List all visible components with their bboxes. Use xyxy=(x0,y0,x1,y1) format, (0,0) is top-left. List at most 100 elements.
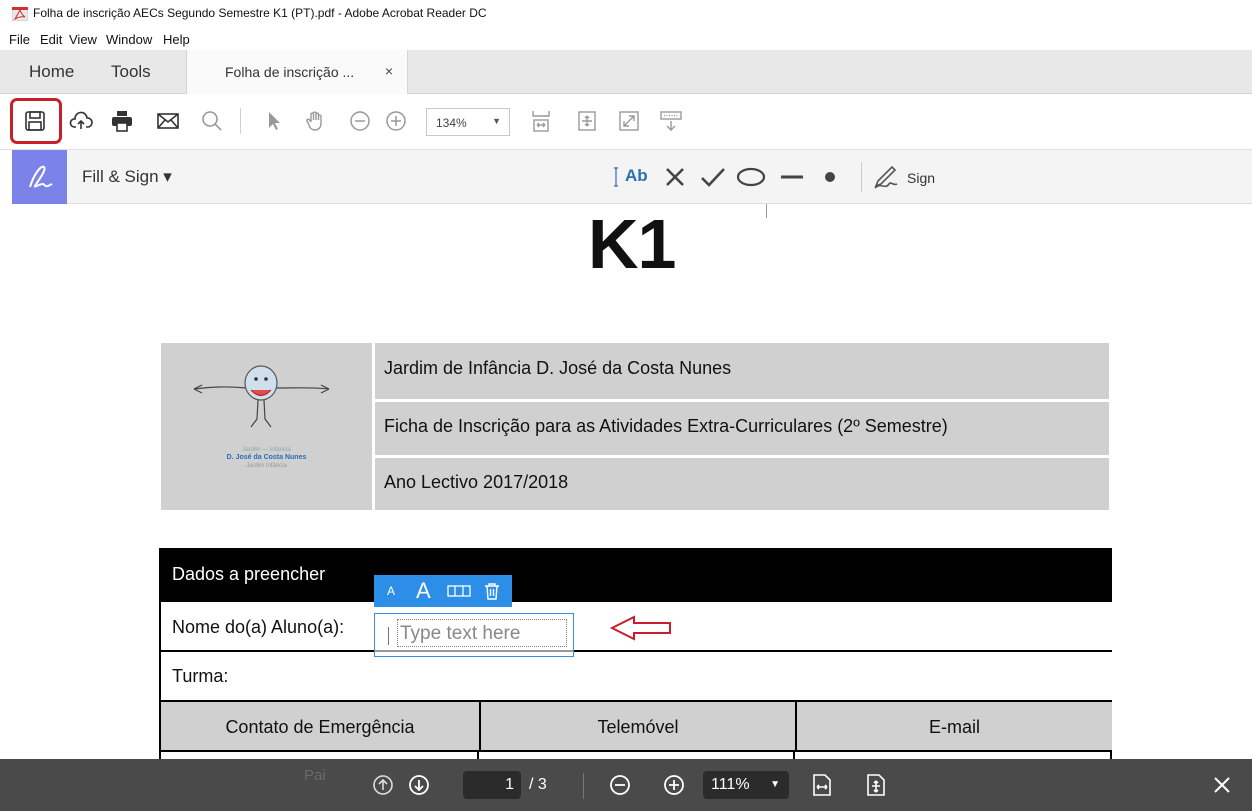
email-icon xyxy=(157,113,179,129)
decrease-font-button[interactable]: A xyxy=(387,584,395,598)
check-mark-button[interactable] xyxy=(698,164,728,190)
text-placeholder: Type text here xyxy=(400,623,521,644)
cross-mark-button[interactable] xyxy=(662,164,688,190)
contact-columns-header: Contato de Emergência Telemóvel E-mail xyxy=(161,700,1112,752)
menu-help[interactable]: Help xyxy=(163,32,190,47)
left-arrow-annotation-icon xyxy=(610,615,671,641)
fill-sign-panel-toggle[interactable] xyxy=(12,150,67,204)
page-mark xyxy=(766,204,767,218)
fill-sign-separator xyxy=(861,162,862,192)
col-emergency-contact: Contato de Emergência xyxy=(225,716,415,737)
search-icon xyxy=(202,111,222,131)
line-button[interactable] xyxy=(777,164,807,190)
ellipse-icon xyxy=(736,167,766,187)
hand-tool-button[interactable] xyxy=(300,106,330,136)
text-input[interactable]: Type text here xyxy=(397,619,567,647)
menu-file[interactable]: File xyxy=(9,32,30,47)
tab-tools[interactable]: Tools xyxy=(111,62,151,82)
total-pages: / 3 xyxy=(529,776,547,793)
check-icon xyxy=(701,168,725,187)
text-field[interactable]: Type text here xyxy=(374,613,574,657)
fill-sign-toolbar: Fill & Sign ▾ Ab Sign xyxy=(12,150,1252,204)
line-icon xyxy=(781,175,803,179)
nav-separator xyxy=(583,773,584,799)
save-icon xyxy=(25,111,45,131)
logo-text-3: Jardim Infância xyxy=(246,463,287,469)
arrow-down-circle-icon xyxy=(409,775,429,795)
main-toolbar: 134% ▼ xyxy=(0,94,1252,150)
document-page: K1 Jardim — Infância D. José da Costa Nu… xyxy=(12,204,1252,772)
fit-page-icon xyxy=(867,774,885,796)
dot-icon xyxy=(825,172,835,182)
email-button[interactable] xyxy=(153,106,183,136)
menu-window[interactable]: Window xyxy=(106,32,152,47)
search-button[interactable] xyxy=(197,106,227,136)
window-title: Folha de inscrição AECs Segundo Semestre… xyxy=(33,6,487,20)
header-table: Jardim — Infância D. José da Costa Nunes… xyxy=(161,343,1109,510)
partial-row-label: Pai xyxy=(304,767,326,784)
print-button[interactable] xyxy=(107,106,137,136)
school-year: Ano Lectivo 2017/2018 xyxy=(384,472,569,492)
fit-page-button[interactable] xyxy=(526,106,556,136)
delete-icon[interactable] xyxy=(484,582,500,600)
letter-spacing-icon[interactable] xyxy=(447,585,471,597)
hand-icon xyxy=(306,111,322,131)
chevron-down-icon: ▼ xyxy=(770,779,780,790)
text-caret xyxy=(388,627,389,645)
nav-zoom-in-button[interactable] xyxy=(661,772,687,798)
school-name-cell: Jardim de Infância D. José da Costa Nune… xyxy=(375,343,1109,399)
form-title-cell: Ficha de Inscrição para as Atividades Ex… xyxy=(375,402,1109,455)
menu-bar: File Edit View Window Help xyxy=(0,30,1252,50)
zoom-in-icon xyxy=(664,775,684,795)
close-icon xyxy=(1214,777,1230,793)
section-header: Dados a preencher xyxy=(161,550,1112,600)
upload-button[interactable] xyxy=(66,106,96,136)
cloud-upload-icon xyxy=(69,111,93,129)
toolbar-separator xyxy=(240,108,241,134)
previous-page-button[interactable] xyxy=(370,772,396,798)
full-screen-icon xyxy=(619,111,639,131)
fill-sign-menu[interactable]: Fill & Sign ▾ xyxy=(82,167,172,187)
fill-sign-pen-icon xyxy=(28,165,52,188)
sign-button[interactable] xyxy=(872,164,904,190)
close-tab-icon[interactable]: × xyxy=(385,63,393,79)
zoom-out-icon xyxy=(350,111,370,131)
zoom-in-icon xyxy=(386,111,406,131)
page-number-input[interactable]: 1 xyxy=(463,771,521,799)
year-cell: Ano Lectivo 2017/2018 xyxy=(375,458,1109,510)
circle-button[interactable] xyxy=(735,164,767,190)
sign-label[interactable]: Sign xyxy=(907,170,935,186)
zoom-out-button[interactable] xyxy=(345,106,375,136)
rotate-button[interactable] xyxy=(572,106,602,136)
zoom-out-icon xyxy=(610,775,630,795)
tab-document[interactable]: Folha de inscrição ... × xyxy=(186,50,408,94)
close-nav-button[interactable] xyxy=(1208,772,1236,798)
dot-button[interactable] xyxy=(818,164,842,190)
nav-zoom-out-button[interactable] xyxy=(607,772,633,798)
class-label: Turma: xyxy=(172,666,229,686)
zoom-value: 134% xyxy=(436,116,467,130)
fit-width-icon xyxy=(813,774,831,796)
document-heading: K1 xyxy=(588,205,676,283)
col-email: E-mail xyxy=(795,702,1112,752)
section-header-label: Dados a preencher xyxy=(172,564,326,584)
fit-page-button[interactable] xyxy=(863,772,889,798)
title-bar: Folha de inscrição AECs Segundo Semestre… xyxy=(0,0,1252,30)
read-mode-button[interactable] xyxy=(656,106,686,136)
nav-zoom-value: 111% xyxy=(711,776,750,793)
fit-width-button[interactable] xyxy=(809,772,835,798)
nav-zoom-select[interactable]: 111% ▼ xyxy=(703,771,789,799)
zoom-in-button[interactable] xyxy=(381,106,411,136)
save-button[interactable] xyxy=(20,106,50,136)
select-tool-button[interactable] xyxy=(259,106,289,136)
col-mobile: Telemóvel xyxy=(479,702,795,752)
full-screen-button[interactable] xyxy=(614,106,644,136)
class-row: Turma: xyxy=(161,650,1112,700)
menu-view[interactable]: View xyxy=(69,32,97,47)
select-arrow-icon xyxy=(269,112,280,130)
next-page-button[interactable] xyxy=(406,772,432,798)
tab-home[interactable]: Home xyxy=(29,62,74,82)
zoom-select[interactable]: 134% ▼ xyxy=(426,108,510,136)
menu-edit[interactable]: Edit xyxy=(40,32,62,47)
increase-font-button[interactable]: A xyxy=(416,578,431,604)
